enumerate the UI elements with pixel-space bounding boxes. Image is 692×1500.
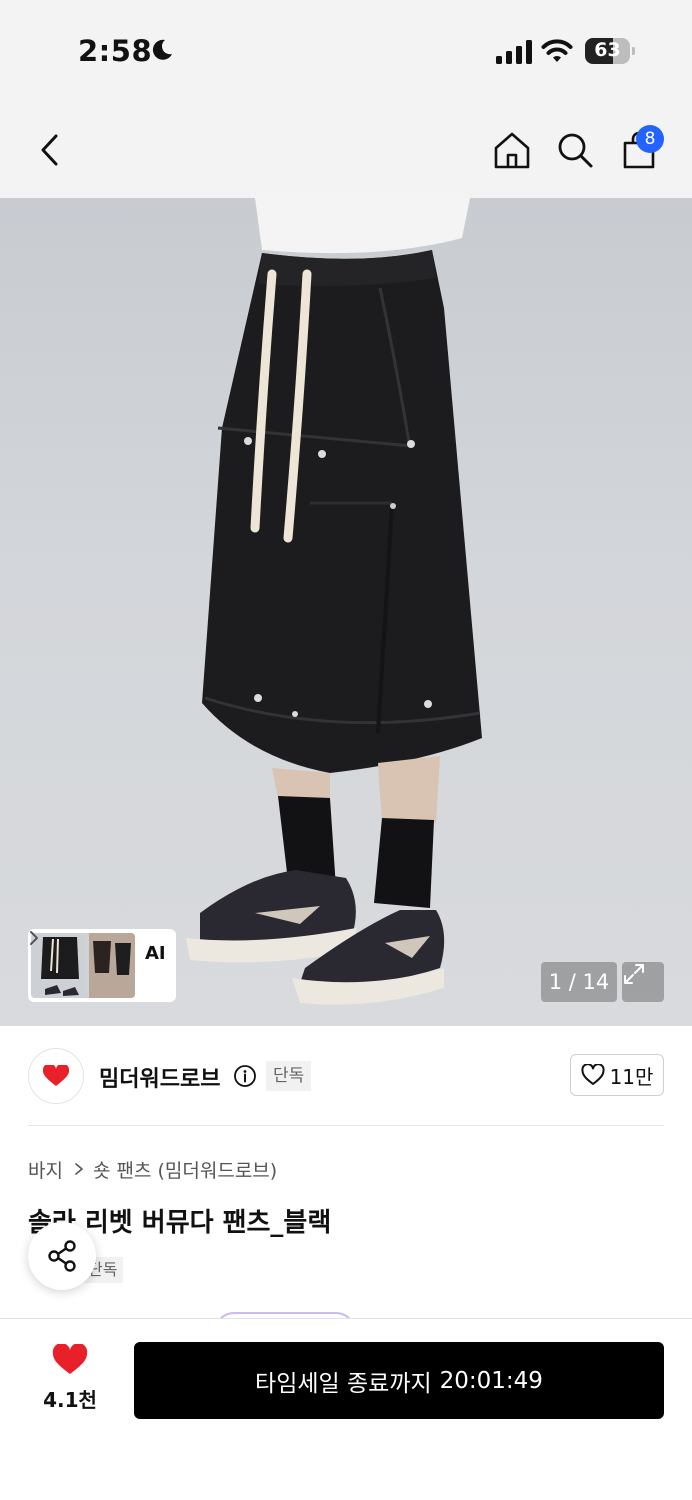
divider — [28, 1125, 664, 1126]
heart-outline-icon — [581, 1064, 605, 1085]
share-icon — [48, 1240, 76, 1272]
info-icon[interactable] — [233, 1064, 257, 1088]
expand-image-button[interactable] — [622, 962, 664, 1002]
brand-heart-logo-icon — [43, 1065, 69, 1086]
product-photo — [186, 198, 482, 1005]
heart-filled-icon — [52, 1344, 88, 1374]
status-time: 2:58 — [78, 34, 153, 68]
back-button[interactable] — [28, 128, 72, 172]
wishlist-count: 4.1천 — [43, 1388, 97, 1412]
brand-logo[interactable] — [28, 1048, 84, 1104]
home-button[interactable] — [490, 128, 534, 172]
home-icon — [494, 132, 530, 169]
ai-label: AI — [145, 943, 166, 964]
breadcrumb-item-subcategory[interactable]: 숏 팬츠 (밈더워드로브) — [93, 1156, 277, 1183]
chevron-left-icon — [41, 134, 58, 166]
image-counter: 1 / 14 — [541, 962, 617, 1002]
product-image-carousel[interactable]: AI 1 / 14 — [0, 198, 692, 1026]
timesale-timer: 20:01:49 — [439, 1367, 543, 1394]
cart-badge: 8 — [636, 125, 664, 153]
signal-icon — [496, 40, 532, 64]
chevron-right-icon — [30, 931, 38, 945]
breadcrumb: 바지 숏 팬츠 (밈더워드로브) — [28, 1155, 277, 1183]
brand-like-count: 11만 — [609, 1064, 654, 1089]
chevron-right-icon — [75, 1163, 83, 1175]
wifi-icon — [541, 39, 573, 62]
expand-icon — [624, 964, 644, 984]
share-button[interactable] — [28, 1222, 96, 1290]
search-icon — [558, 133, 593, 168]
buy-button[interactable]: 타임세일 종료까지 20:01:49 — [134, 1342, 664, 1419]
top-nav-bar — [0, 100, 692, 198]
breadcrumb-item-category[interactable]: 바지 — [28, 1156, 63, 1183]
exclusive-badge: 단독 — [266, 1061, 312, 1091]
brand-name[interactable]: 밈더워드로브 — [99, 1061, 220, 1093]
thumbnail-image — [31, 933, 135, 998]
search-button[interactable] — [553, 128, 597, 172]
battery-percent: 63 — [594, 39, 621, 61]
buy-button-label: 타임세일 종료까지 — [255, 1370, 432, 1397]
brand-like-button[interactable]: 11만 — [570, 1054, 664, 1096]
battery-icon: 63 — [585, 38, 635, 64]
status-bar: 2:58 63 — [0, 0, 692, 100]
moon-icon — [152, 39, 172, 60]
ai-similar-thumbnail[interactable]: AI — [28, 929, 176, 1002]
wishlist-button[interactable]: 4.1천 — [28, 1342, 112, 1418]
